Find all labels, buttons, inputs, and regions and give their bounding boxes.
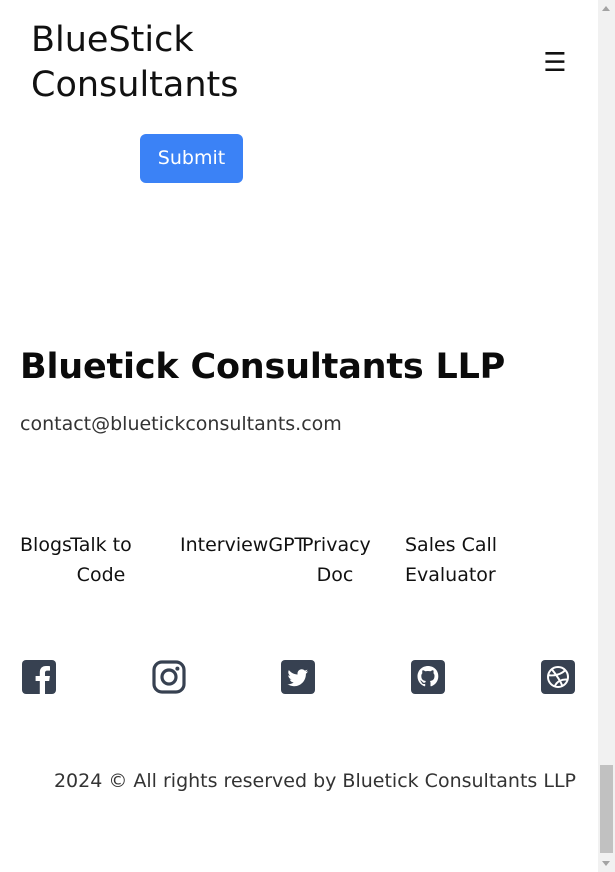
footer-link-privacy-line-2: Doc <box>316 564 354 586</box>
facebook-icon[interactable] <box>22 660 56 694</box>
page-viewport: BlueStick Consultants ☰ Submit Bluetick … <box>0 0 598 872</box>
footer-link-sales-line-1: Sales Call <box>405 534 498 556</box>
footer-company-name: Bluetick Consultants LLP <box>20 347 506 387</box>
vertical-scrollbar[interactable] <box>598 0 615 872</box>
footer-link-sales-call-evaluator[interactable]: Sales Call Evaluator <box>405 530 497 590</box>
footer-email[interactable]: contact@bluetickconsultants.com <box>20 411 342 437</box>
instagram-icon[interactable] <box>152 660 186 694</box>
footer-link-interviewgpt-label: InterviewGPT <box>180 534 307 556</box>
footer-link-talk-line-1: Talk to <box>70 534 132 556</box>
footer-link-sales-line-2: Evaluator <box>405 564 496 586</box>
scroll-down-arrow-icon[interactable] <box>598 855 615 872</box>
scrollbar-thumb[interactable] <box>600 765 613 853</box>
brand-line-1: BlueStick <box>31 20 194 60</box>
footer-copyright: 2024 © All rights reserved by Bluetick C… <box>53 770 576 792</box>
footer-link-privacy-line-1: Privacy <box>302 534 371 556</box>
footer-link-privacy-doc[interactable]: Privacy Doc <box>302 530 371 590</box>
submit-button[interactable]: Submit <box>140 134 243 183</box>
footer-link-talk-line-2: Code <box>76 564 126 586</box>
brand-logo-text[interactable]: BlueStick Consultants <box>31 18 239 108</box>
brand-line-2: Consultants <box>31 65 239 105</box>
twitter-icon[interactable] <box>281 660 315 694</box>
footer-link-talk-to-code[interactable]: Talk to Code <box>70 530 132 590</box>
scroll-up-arrow-icon[interactable] <box>598 0 615 17</box>
github-icon[interactable] <box>411 660 445 694</box>
footer-link-blogs[interactable]: Blogs <box>20 530 72 560</box>
footer-link-interviewgpt[interactable]: InterviewGPT <box>180 530 306 560</box>
dribbble-icon[interactable] <box>541 660 575 694</box>
footer-link-blogs-label: Blogs <box>20 534 72 556</box>
hamburger-menu-icon[interactable]: ☰ <box>538 47 572 81</box>
